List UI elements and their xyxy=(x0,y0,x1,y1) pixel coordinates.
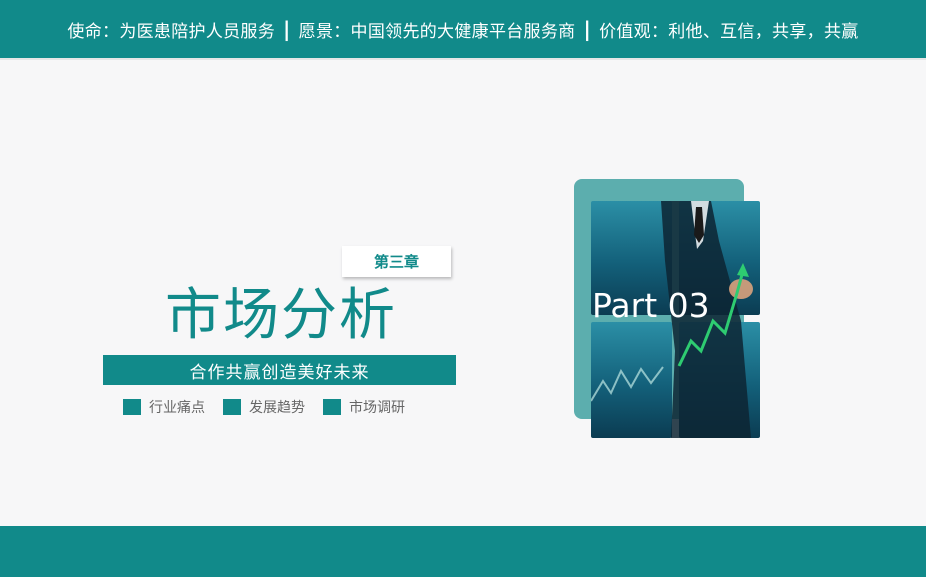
tag-square-icon xyxy=(223,399,241,415)
tag-list: 行业痛点 发展趋势 市场调研 xyxy=(123,396,405,418)
banner-separator: | xyxy=(583,17,592,41)
top-banner: 使命：为医患陪护人员服务 | 愿景：中国领先的大健康平台服务商 | 价值观：利他… xyxy=(0,0,926,60)
tag-label: 发展趋势 xyxy=(249,400,305,416)
photo-tile xyxy=(679,322,760,438)
subtitle-bar: 合作共赢创造美好未来 xyxy=(103,355,456,385)
tag-square-icon xyxy=(123,399,141,415)
photo-tile xyxy=(591,322,672,438)
tag-item: 发展趋势 xyxy=(223,397,305,417)
tag-label: 行业痛点 xyxy=(149,400,205,416)
chapter-tag: 第三章 xyxy=(342,246,451,277)
tag-item: 行业痛点 xyxy=(123,397,205,417)
part-label: Part 03 xyxy=(592,286,710,325)
values-text: 价值观：利他、互信，共享，共赢 xyxy=(599,21,859,42)
banner-separator: | xyxy=(283,17,291,41)
tag-square-icon xyxy=(323,399,341,415)
bottom-band xyxy=(0,526,926,577)
vision-text: 愿景：中国领先的大健康平台服务商 xyxy=(298,21,576,42)
tag-label: 市场调研 xyxy=(349,400,405,416)
slide-title: 市场分析 xyxy=(165,283,397,348)
mission-text: 使命：为医患陪护人员服务 xyxy=(67,21,276,42)
tag-item: 市场调研 xyxy=(323,397,405,417)
